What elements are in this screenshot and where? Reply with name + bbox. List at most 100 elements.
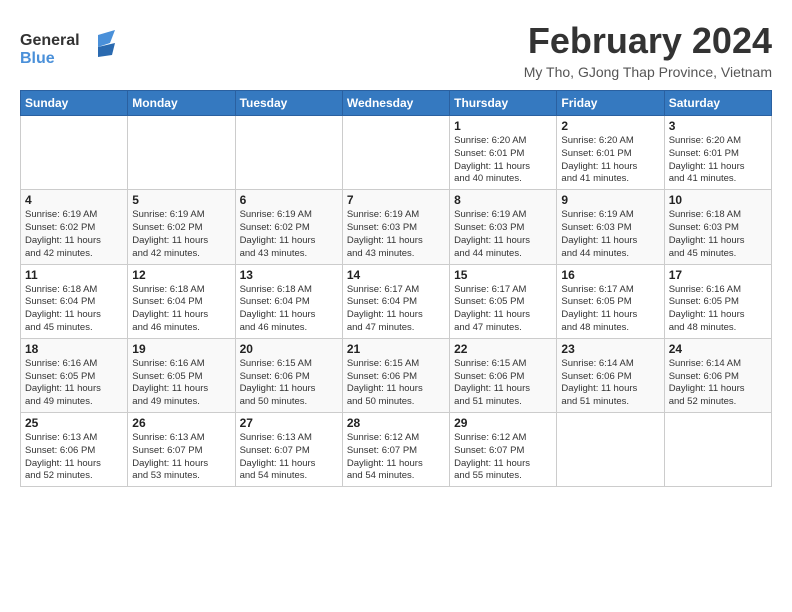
day-info: Sunrise: 6:16 AM Sunset: 6:05 PM Dayligh… — [132, 358, 230, 409]
day-info: Sunrise: 6:18 AM Sunset: 6:03 PM Dayligh… — [669, 209, 767, 260]
day-header-tuesday: Tuesday — [235, 91, 342, 116]
calendar-week-3: 11 Sunrise: 6:18 AM Sunset: 6:04 PM Dayli… — [21, 264, 772, 338]
day-info: Sunrise: 6:18 AM Sunset: 6:04 PM Dayligh… — [25, 284, 123, 335]
day-number: 14 — [347, 268, 445, 282]
calendar-cell: 20 Sunrise: 6:15 AM Sunset: 6:06 PM Dayli… — [235, 338, 342, 412]
calendar-cell — [664, 413, 771, 487]
calendar-cell: 22 Sunrise: 6:15 AM Sunset: 6:06 PM Dayli… — [450, 338, 557, 412]
day-info: Sunrise: 6:17 AM Sunset: 6:04 PM Dayligh… — [347, 284, 445, 335]
calendar-week-4: 18 Sunrise: 6:16 AM Sunset: 6:05 PM Dayli… — [21, 338, 772, 412]
day-info: Sunrise: 6:15 AM Sunset: 6:06 PM Dayligh… — [454, 358, 552, 409]
calendar-cell: 17Sunrise: 6:16 AM Sunset: 6:05 PM Dayli… — [664, 264, 771, 338]
day-number: 25 — [25, 416, 123, 430]
calendar-cell: 27 Sunrise: 6:13 AM Sunset: 6:07 PM Dayli… — [235, 413, 342, 487]
day-number: 3 — [669, 119, 767, 133]
day-info: Sunrise: 6:13 AM Sunset: 6:07 PM Dayligh… — [240, 432, 338, 483]
calendar-cell: 14 Sunrise: 6:17 AM Sunset: 6:04 PM Dayli… — [342, 264, 449, 338]
svg-text:Blue: Blue — [20, 50, 55, 67]
location-subtitle: My Tho, GJong Thap Province, Vietnam — [524, 64, 772, 80]
day-info: Sunrise: 6:14 AM Sunset: 6:06 PM Dayligh… — [561, 358, 659, 409]
day-number: 8 — [454, 193, 552, 207]
logo-content: General Blue — [20, 25, 130, 75]
day-number: 18 — [25, 342, 123, 356]
calendar-cell — [128, 116, 235, 190]
day-info: Sunrise: 6:15 AM Sunset: 6:06 PM Dayligh… — [240, 358, 338, 409]
calendar-cell — [21, 116, 128, 190]
calendar-cell: 9 Sunrise: 6:19 AM Sunset: 6:03 PM Daylig… — [557, 190, 664, 264]
calendar-table: SundayMondayTuesdayWednesdayThursdayFrid… — [20, 90, 772, 487]
day-number: 1 — [454, 119, 552, 133]
calendar-cell: 6 Sunrise: 6:19 AM Sunset: 6:02 PM Daylig… — [235, 190, 342, 264]
day-number: 28 — [347, 416, 445, 430]
day-number: 15 — [454, 268, 552, 282]
calendar-header-row: SundayMondayTuesdayWednesdayThursdayFrid… — [21, 91, 772, 116]
calendar-cell: 13 Sunrise: 6:18 AM Sunset: 6:04 PM Dayli… — [235, 264, 342, 338]
svg-text:General: General — [20, 32, 80, 49]
day-info: Sunrise: 6:19 AM Sunset: 6:03 PM Dayligh… — [454, 209, 552, 260]
day-number: 6 — [240, 193, 338, 207]
calendar-cell: 21 Sunrise: 6:15 AM Sunset: 6:06 PM Dayli… — [342, 338, 449, 412]
day-header-wednesday: Wednesday — [342, 91, 449, 116]
calendar-cell: 7Sunrise: 6:19 AM Sunset: 6:03 PM Daylig… — [342, 190, 449, 264]
calendar-cell: 8 Sunrise: 6:19 AM Sunset: 6:03 PM Daylig… — [450, 190, 557, 264]
day-number: 16 — [561, 268, 659, 282]
logo-svg: General Blue — [20, 25, 130, 70]
calendar-cell: 2 Sunrise: 6:20 AM Sunset: 6:01 PM Daylig… — [557, 116, 664, 190]
calendar-cell: 1 Sunrise: 6:20 AM Sunset: 6:01 PM Daylig… — [450, 116, 557, 190]
day-info: Sunrise: 6:20 AM Sunset: 6:01 PM Dayligh… — [561, 135, 659, 186]
day-info: Sunrise: 6:18 AM Sunset: 6:04 PM Dayligh… — [132, 284, 230, 335]
day-number: 11 — [25, 268, 123, 282]
day-number: 13 — [240, 268, 338, 282]
day-info: Sunrise: 6:19 AM Sunset: 6:02 PM Dayligh… — [132, 209, 230, 260]
day-number: 20 — [240, 342, 338, 356]
day-number: 12 — [132, 268, 230, 282]
day-info: Sunrise: 6:15 AM Sunset: 6:06 PM Dayligh… — [347, 358, 445, 409]
day-info: Sunrise: 6:13 AM Sunset: 6:07 PM Dayligh… — [132, 432, 230, 483]
day-number: 21 — [347, 342, 445, 356]
day-number: 4 — [25, 193, 123, 207]
day-info: Sunrise: 6:16 AM Sunset: 6:05 PM Dayligh… — [25, 358, 123, 409]
day-number: 24 — [669, 342, 767, 356]
day-number: 19 — [132, 342, 230, 356]
title-block: February 2024 My Tho, GJong Thap Provinc… — [524, 20, 772, 80]
day-info: Sunrise: 6:19 AM Sunset: 6:03 PM Dayligh… — [347, 209, 445, 260]
day-header-saturday: Saturday — [664, 91, 771, 116]
day-number: 23 — [561, 342, 659, 356]
calendar-week-5: 25Sunrise: 6:13 AM Sunset: 6:06 PM Dayli… — [21, 413, 772, 487]
day-number: 26 — [132, 416, 230, 430]
day-info: Sunrise: 6:20 AM Sunset: 6:01 PM Dayligh… — [454, 135, 552, 186]
day-info: Sunrise: 6:14 AM Sunset: 6:06 PM Dayligh… — [669, 358, 767, 409]
day-info: Sunrise: 6:19 AM Sunset: 6:02 PM Dayligh… — [25, 209, 123, 260]
day-info: Sunrise: 6:12 AM Sunset: 6:07 PM Dayligh… — [454, 432, 552, 483]
day-number: 10 — [669, 193, 767, 207]
day-number: 27 — [240, 416, 338, 430]
day-header-sunday: Sunday — [21, 91, 128, 116]
day-info: Sunrise: 6:17 AM Sunset: 6:05 PM Dayligh… — [454, 284, 552, 335]
calendar-cell: 19 Sunrise: 6:16 AM Sunset: 6:05 PM Dayli… — [128, 338, 235, 412]
day-info: Sunrise: 6:19 AM Sunset: 6:03 PM Dayligh… — [561, 209, 659, 260]
calendar-cell — [342, 116, 449, 190]
calendar-cell: 10 Sunrise: 6:18 AM Sunset: 6:03 PM Dayli… — [664, 190, 771, 264]
calendar-cell: 15 Sunrise: 6:17 AM Sunset: 6:05 PM Dayli… — [450, 264, 557, 338]
day-info: Sunrise: 6:18 AM Sunset: 6:04 PM Dayligh… — [240, 284, 338, 335]
day-info: Sunrise: 6:12 AM Sunset: 6:07 PM Dayligh… — [347, 432, 445, 483]
calendar-cell: 28 Sunrise: 6:12 AM Sunset: 6:07 PM Dayli… — [342, 413, 449, 487]
calendar-cell: 29 Sunrise: 6:12 AM Sunset: 6:07 PM Dayli… — [450, 413, 557, 487]
day-header-friday: Friday — [557, 91, 664, 116]
month-year-title: February 2024 — [524, 20, 772, 62]
day-number: 17 — [669, 268, 767, 282]
calendar-cell: 25Sunrise: 6:13 AM Sunset: 6:06 PM Dayli… — [21, 413, 128, 487]
day-number: 9 — [561, 193, 659, 207]
calendar-week-2: 4 Sunrise: 6:19 AM Sunset: 6:02 PM Daylig… — [21, 190, 772, 264]
day-number: 22 — [454, 342, 552, 356]
calendar-cell: 3 Sunrise: 6:20 AM Sunset: 6:01 PM Daylig… — [664, 116, 771, 190]
day-info: Sunrise: 6:19 AM Sunset: 6:02 PM Dayligh… — [240, 209, 338, 260]
day-info: Sunrise: 6:20 AM Sunset: 6:01 PM Dayligh… — [669, 135, 767, 186]
calendar-cell — [557, 413, 664, 487]
calendar-cell: 24 Sunrise: 6:14 AM Sunset: 6:06 PM Dayli… — [664, 338, 771, 412]
day-info: Sunrise: 6:17 AM Sunset: 6:05 PM Dayligh… — [561, 284, 659, 335]
calendar-cell: 11 Sunrise: 6:18 AM Sunset: 6:04 PM Dayli… — [21, 264, 128, 338]
calendar-cell: 5Sunrise: 6:19 AM Sunset: 6:02 PM Daylig… — [128, 190, 235, 264]
day-number: 29 — [454, 416, 552, 430]
day-number: 2 — [561, 119, 659, 133]
